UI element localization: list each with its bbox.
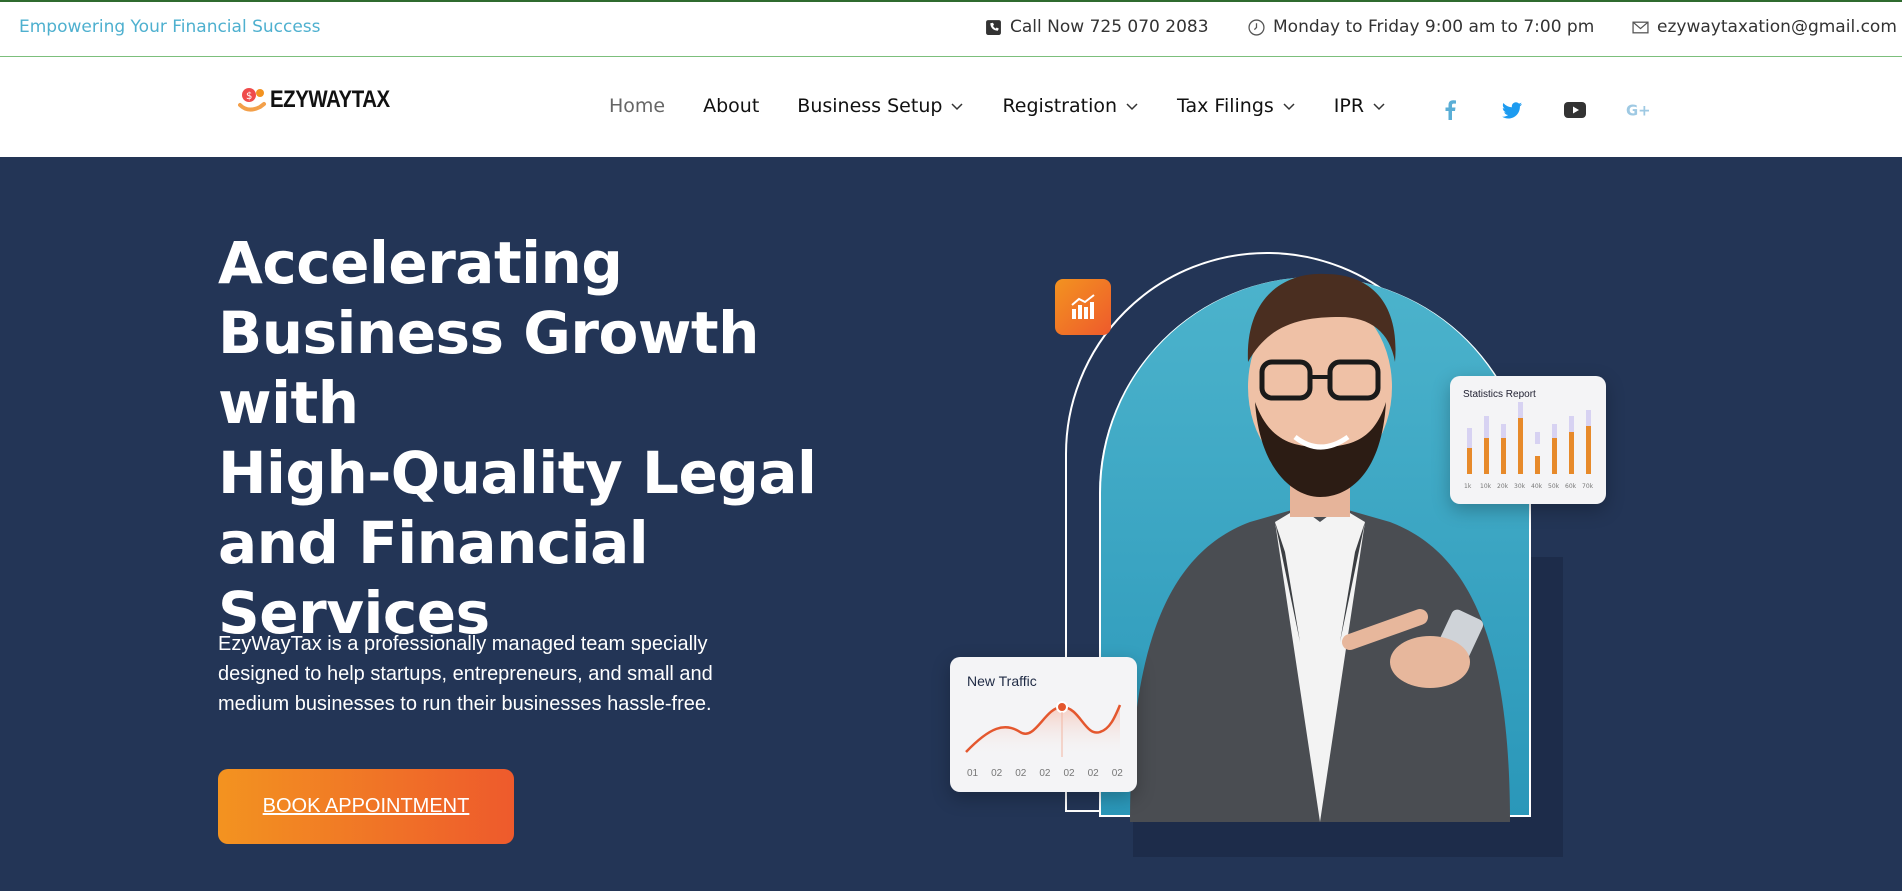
google-plus-icon[interactable]: G+ [1626,97,1652,123]
stats-x-label: 50k [1548,483,1560,490]
statistics-report-card: Statistics Report 1k 10k 20k 30k 40k 50k [1450,376,1606,504]
stats-x-label: 60k [1565,483,1577,490]
traffic-x-label: 02 [1015,768,1027,779]
businessman-illustration [1130,273,1510,822]
nav-item-about[interactable]: About [703,95,759,117]
nav-item-business-setup[interactable]: Business Setup [797,95,964,117]
hero-section: Accelerating Business Growth with High-Q… [0,157,1902,891]
twitter-icon[interactable] [1499,97,1525,123]
phone-text: Call Now 725 070 2083 [1010,17,1209,37]
hero-title-line: and Financial [218,509,649,577]
traffic-x-labels: 01 02 02 02 02 02 02 [967,768,1123,779]
traffic-x-label: 02 [1087,768,1099,779]
nav-label: Home [609,95,666,117]
hero-title-line: Accelerating [218,229,623,297]
nav-item-tax-filings[interactable]: Tax Filings [1177,95,1296,117]
stats-x-label: 70k [1582,483,1594,490]
logo[interactable]: $ EZYWAYTAX [238,85,411,115]
email-text: ezywaytaxation@gmail.com [1657,17,1897,37]
traffic-x-label: 02 [1063,768,1075,779]
chevron-down-icon [1283,103,1295,111]
stats-x-label: 40k [1531,483,1543,490]
top-bar: Empowering Your Financial Success Call N… [0,0,1902,57]
logo-icon: $ [238,88,266,112]
hero-title-line: Business Growth with [218,299,759,437]
new-traffic-card: New Traffic 01 02 02 02 02 02 02 [950,657,1137,792]
svg-text:G+: G+ [1626,102,1651,119]
stats-x-label: 20k [1497,483,1509,490]
nav-item-ipr[interactable]: IPR [1334,95,1386,117]
hero-title: Accelerating Business Growth with High-Q… [218,228,898,648]
hours-info: Monday to Friday 9:00 am to 7:00 pm [1248,17,1594,37]
nav-label: About [703,95,760,117]
traffic-x-label: 02 [1039,768,1051,779]
traffic-x-label: 02 [1111,768,1123,779]
nav-label: Registration [1002,95,1118,117]
email-info[interactable]: ezywaytaxation@gmail.com [1632,17,1897,37]
svg-text:$: $ [246,91,252,102]
facebook-icon[interactable] [1437,97,1463,123]
nav-label: Business Setup [797,95,943,117]
nav-label: Tax Filings [1177,95,1274,117]
book-appointment-button[interactable]: BOOK APPOINTMENT [218,769,514,844]
hero-description: EzyWayTax is a professionally managed te… [218,633,713,715]
analytics-badge-icon [1055,279,1111,335]
phone-icon [986,19,1001,35]
nav-menu: Home About Business Setup Registration T… [609,95,1424,117]
statistics-bars: 1k 10k 20k 30k 40k 50k 60k 70k [1464,402,1594,490]
chevron-down-icon [1126,103,1138,111]
tagline: Empowering Your Financial Success [19,17,321,37]
nav-item-registration[interactable]: Registration [1002,95,1139,117]
chevron-down-icon [951,103,963,111]
clock-icon [1248,18,1265,36]
traffic-x-label: 02 [991,768,1003,779]
hours-text: Monday to Friday 9:00 am to 7:00 pm [1273,17,1595,37]
logo-text: EZYWAYTAX [270,86,390,113]
traffic-x-label: 01 [967,768,979,779]
hero-title-line: High-Quality Legal [218,439,817,507]
stats-x-label: 10k [1480,483,1492,490]
main-navbar: $ EZYWAYTAX Home About Business Setup Re… [0,57,1902,157]
phone-info[interactable]: Call Now 725 070 2083 [985,17,1209,37]
nav-label: IPR [1333,95,1365,117]
youtube-icon[interactable] [1562,97,1588,123]
chevron-down-icon [1373,103,1385,111]
envelope-icon [1632,21,1649,33]
stats-x-label: 30k [1514,483,1526,490]
stats-x-label: 1k [1464,483,1472,490]
nav-item-home[interactable]: Home [609,95,665,117]
